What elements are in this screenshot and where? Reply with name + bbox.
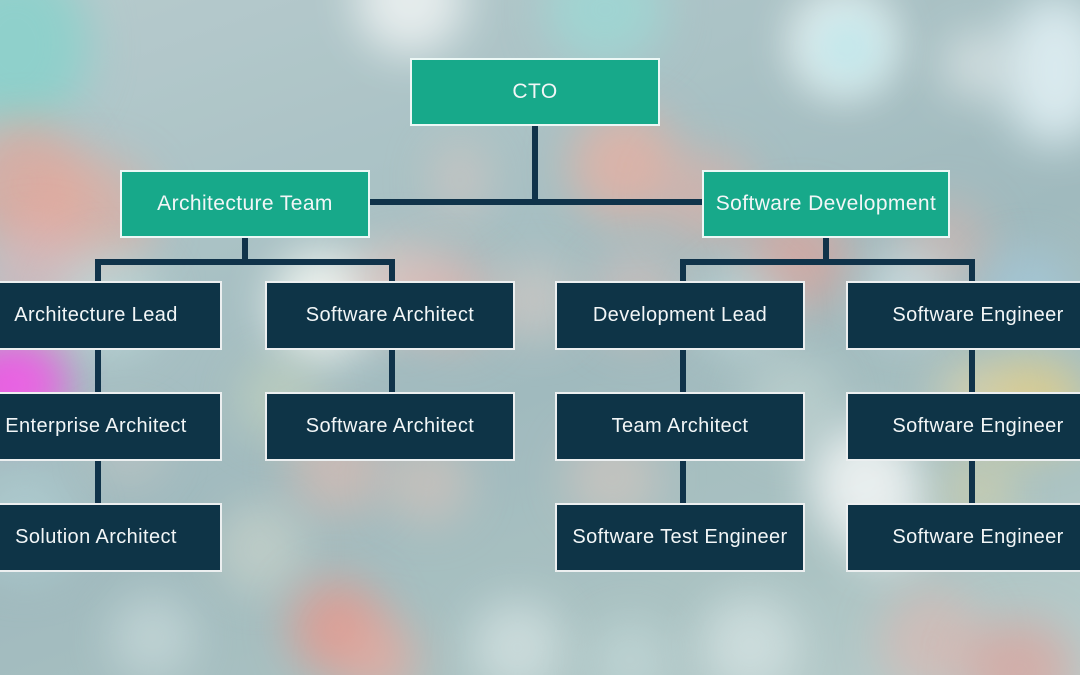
connector-dev-lead-to-team-arch (680, 350, 686, 392)
node-enterprise-architect[interactable]: Enterprise Architect (0, 392, 222, 461)
connector-architecture-left-drop (95, 259, 101, 281)
node-architecture-team[interactable]: Architecture Team (120, 170, 370, 238)
connector-enterprise-to-solution (95, 461, 101, 503)
connector-level2-bus (368, 199, 704, 205)
connector-development-left-drop (680, 259, 686, 281)
node-development-lead[interactable]: Development Lead (555, 281, 805, 350)
connector-cto-stem (532, 126, 538, 202)
node-solution-architect[interactable]: Solution Architect (0, 503, 222, 572)
node-team-architect[interactable]: Team Architect (555, 392, 805, 461)
node-cto[interactable]: CTO (410, 58, 660, 126)
connector-arch-lead-to-enterprise (95, 350, 101, 392)
node-software-architect-2[interactable]: Software Architect (265, 392, 515, 461)
node-architecture-lead[interactable]: Architecture Lead (0, 281, 222, 350)
node-software-engineer-3[interactable]: Software Engineer (846, 503, 1080, 572)
connector-sw-eng-1-to-2 (969, 350, 975, 392)
connector-sw-arch-1-to-2 (389, 350, 395, 392)
connector-sw-eng-2-to-3 (969, 461, 975, 503)
connector-development-right-drop (969, 259, 975, 281)
connector-team-arch-to-test-eng (680, 461, 686, 503)
node-software-engineer-1[interactable]: Software Engineer (846, 281, 1080, 350)
connector-architecture-right-drop (389, 259, 395, 281)
node-software-development[interactable]: Software Development (702, 170, 950, 238)
node-software-engineer-2[interactable]: Software Engineer (846, 392, 1080, 461)
connector-architecture-bus (95, 259, 395, 265)
node-software-architect-1[interactable]: Software Architect (265, 281, 515, 350)
node-software-test-engineer[interactable]: Software Test Engineer (555, 503, 805, 572)
connector-development-bus (680, 259, 975, 265)
org-chart-canvas: CTO Architecture Team Software Developme… (0, 0, 1080, 675)
